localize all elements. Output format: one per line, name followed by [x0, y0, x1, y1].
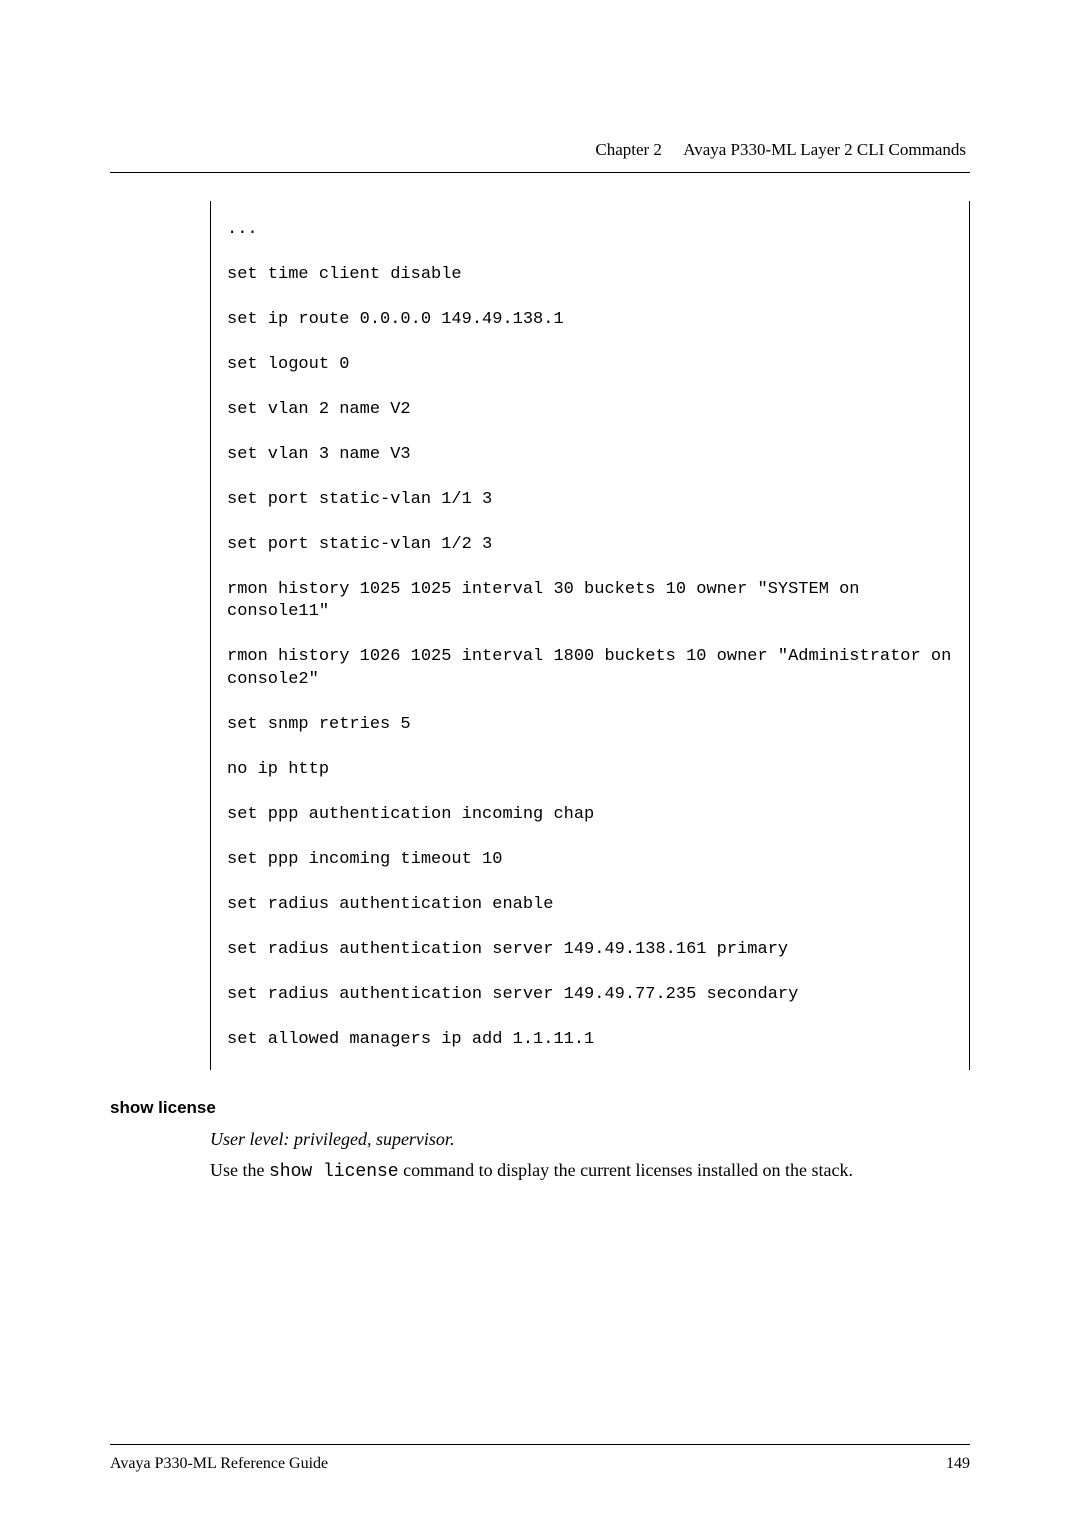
header-rule: [110, 172, 970, 173]
chapter-label: Chapter 2: [595, 140, 662, 159]
code-line: set snmp retries 5: [227, 714, 953, 737]
code-line: set vlan 2 name V2: [227, 399, 953, 422]
code-line: set port static-vlan 1/2 3: [227, 534, 953, 557]
code-line: rmon history 1025 1025 interval 30 bucke…: [227, 579, 953, 625]
page-footer: Avaya P330-ML Reference Guide 149: [110, 1444, 970, 1473]
desc-suffix: command to display the current licenses …: [399, 1160, 853, 1180]
code-line: set time client disable: [227, 264, 953, 287]
code-line: ...: [227, 219, 953, 242]
code-line: no ip http: [227, 759, 953, 782]
code-line: set ppp authentication incoming chap: [227, 804, 953, 827]
code-block: ... set time client disable set ip route…: [210, 201, 970, 1070]
code-line: set port static-vlan 1/1 3: [227, 489, 953, 512]
code-line: set vlan 3 name V3: [227, 444, 953, 467]
code-line: set radius authentication server 149.49.…: [227, 939, 953, 962]
footer-page-number: 149: [946, 1455, 970, 1473]
user-level-note: User level: privileged, supervisor.: [210, 1126, 970, 1153]
desc-prefix: Use the: [210, 1160, 269, 1180]
code-line: rmon history 1026 1025 interval 1800 buc…: [227, 646, 953, 692]
chapter-title: Avaya P330-ML Layer 2 CLI Commands: [683, 140, 966, 159]
code-line: set ppp incoming timeout 10: [227, 849, 953, 872]
code-line: set ip route 0.0.0.0 149.49.138.1: [227, 309, 953, 332]
footer-left: Avaya P330-ML Reference Guide: [110, 1455, 328, 1473]
section-heading: show license: [110, 1098, 970, 1118]
footer-rule: [110, 1444, 970, 1445]
section-body: User level: privileged, supervisor. Use …: [210, 1126, 970, 1186]
page-header: Chapter 2 Avaya P330-ML Layer 2 CLI Comm…: [110, 140, 970, 160]
code-line: set allowed managers ip add 1.1.11.1: [227, 1029, 953, 1052]
section-description: Use the show license command to display …: [210, 1157, 970, 1186]
desc-command: show license: [269, 1162, 399, 1182]
code-line: set radius authentication server 149.49.…: [227, 984, 953, 1007]
code-line: set radius authentication enable: [227, 894, 953, 917]
code-line: set logout 0: [227, 354, 953, 377]
